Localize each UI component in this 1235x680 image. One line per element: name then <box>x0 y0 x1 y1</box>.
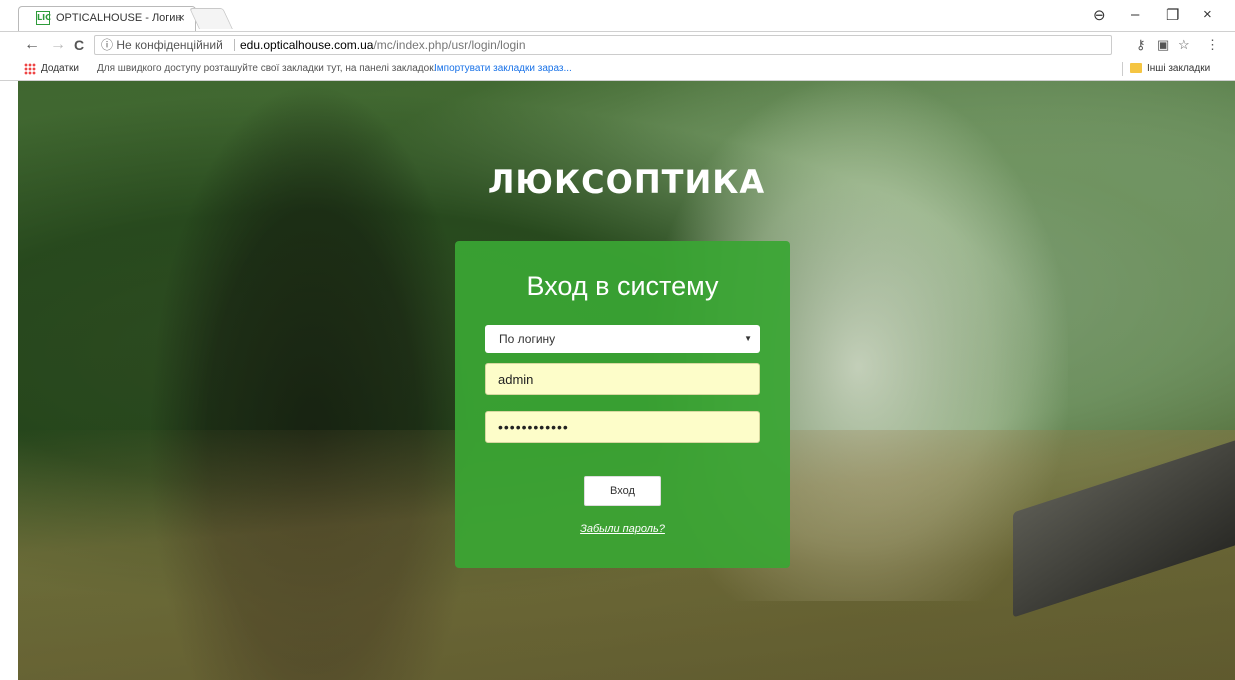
login-method-select[interactable]: По логину ▼ <box>485 325 760 353</box>
dropdown-arrow-icon: ▼ <box>744 334 752 343</box>
address-bar[interactable]: ⓘ Не конфіденційний edu.opticalhouse.com… <box>94 35 1112 55</box>
login-submit-button[interactable]: Вход <box>584 476 661 506</box>
bookmarks-bar: Додатки Для швидкого доступу розташуйте … <box>0 58 1235 81</box>
address-divider <box>234 39 235 51</box>
bookmarks-hint: Для швидкого доступу розташуйте свої зак… <box>97 63 437 74</box>
tab-strip: LIC OPTICALHOUSE - Логин × ⊖ – ❐ × <box>0 0 1235 31</box>
restore-button[interactable]: ❐ <box>1166 6 1179 24</box>
site-favicon-icon: LIC <box>36 11 51 25</box>
star-icon[interactable]: ☆ <box>1178 37 1190 53</box>
login-title: Вход в систему <box>526 271 719 301</box>
reload-icon[interactable]: C <box>74 37 84 53</box>
url-text: edu.opticalhouse.com.ua/mc/index.php/usr… <box>240 36 526 54</box>
translate-icon[interactable]: ▣ <box>1157 37 1169 53</box>
url-host: edu.opticalhouse.com.ua <box>240 38 374 52</box>
bookmark-apps[interactable]: Додатки <box>41 63 79 74</box>
bookmarks-divider <box>1122 62 1123 76</box>
key-icon[interactable]: ⚷ <box>1136 37 1146 53</box>
security-indicator[interactable]: ⓘ Не конфіденційний <box>101 36 223 54</box>
browser-toolbar: ← → C ⓘ Не конфіденційний edu.opticalhou… <box>0 31 1235 59</box>
folder-icon <box>1130 63 1142 73</box>
import-bookmarks-link[interactable]: Імпортувати закладки зараз... <box>434 63 572 74</box>
minimize-button[interactable]: – <box>1131 6 1139 23</box>
brand-logo: ЛЮКСОПТИКА <box>487 163 766 201</box>
apps-grid-icon[interactable] <box>24 63 36 75</box>
tab-close-icon[interactable]: × <box>177 10 185 25</box>
other-bookmarks[interactable]: Інші закладки <box>1147 63 1210 74</box>
login-method-value: По логину <box>499 332 556 346</box>
menu-icon[interactable]: ⋮ <box>1206 37 1219 53</box>
url-path: /mc/index.php/usr/login/login <box>373 38 526 52</box>
profile-icon[interactable]: ⊖ <box>1093 6 1106 24</box>
tab-title: OPTICALHOUSE - Логин <box>56 12 182 24</box>
browser-tab[interactable]: LIC OPTICALHOUSE - Логин × <box>18 6 196 31</box>
login-form: Вход в систему По логину ▼ Вход Забыли п… <box>455 241 790 568</box>
close-window-button[interactable]: × <box>1203 6 1212 23</box>
forward-arrow-icon[interactable]: → <box>50 36 66 54</box>
login-input[interactable] <box>485 363 760 395</box>
login-page: ЛЮКСОПТИКА Вход в систему По логину ▼ Вх… <box>18 81 1235 680</box>
forgot-password-link[interactable]: Забыли пароль? <box>455 523 790 535</box>
back-arrow-icon[interactable]: ← <box>24 36 40 54</box>
password-input[interactable] <box>485 411 760 443</box>
